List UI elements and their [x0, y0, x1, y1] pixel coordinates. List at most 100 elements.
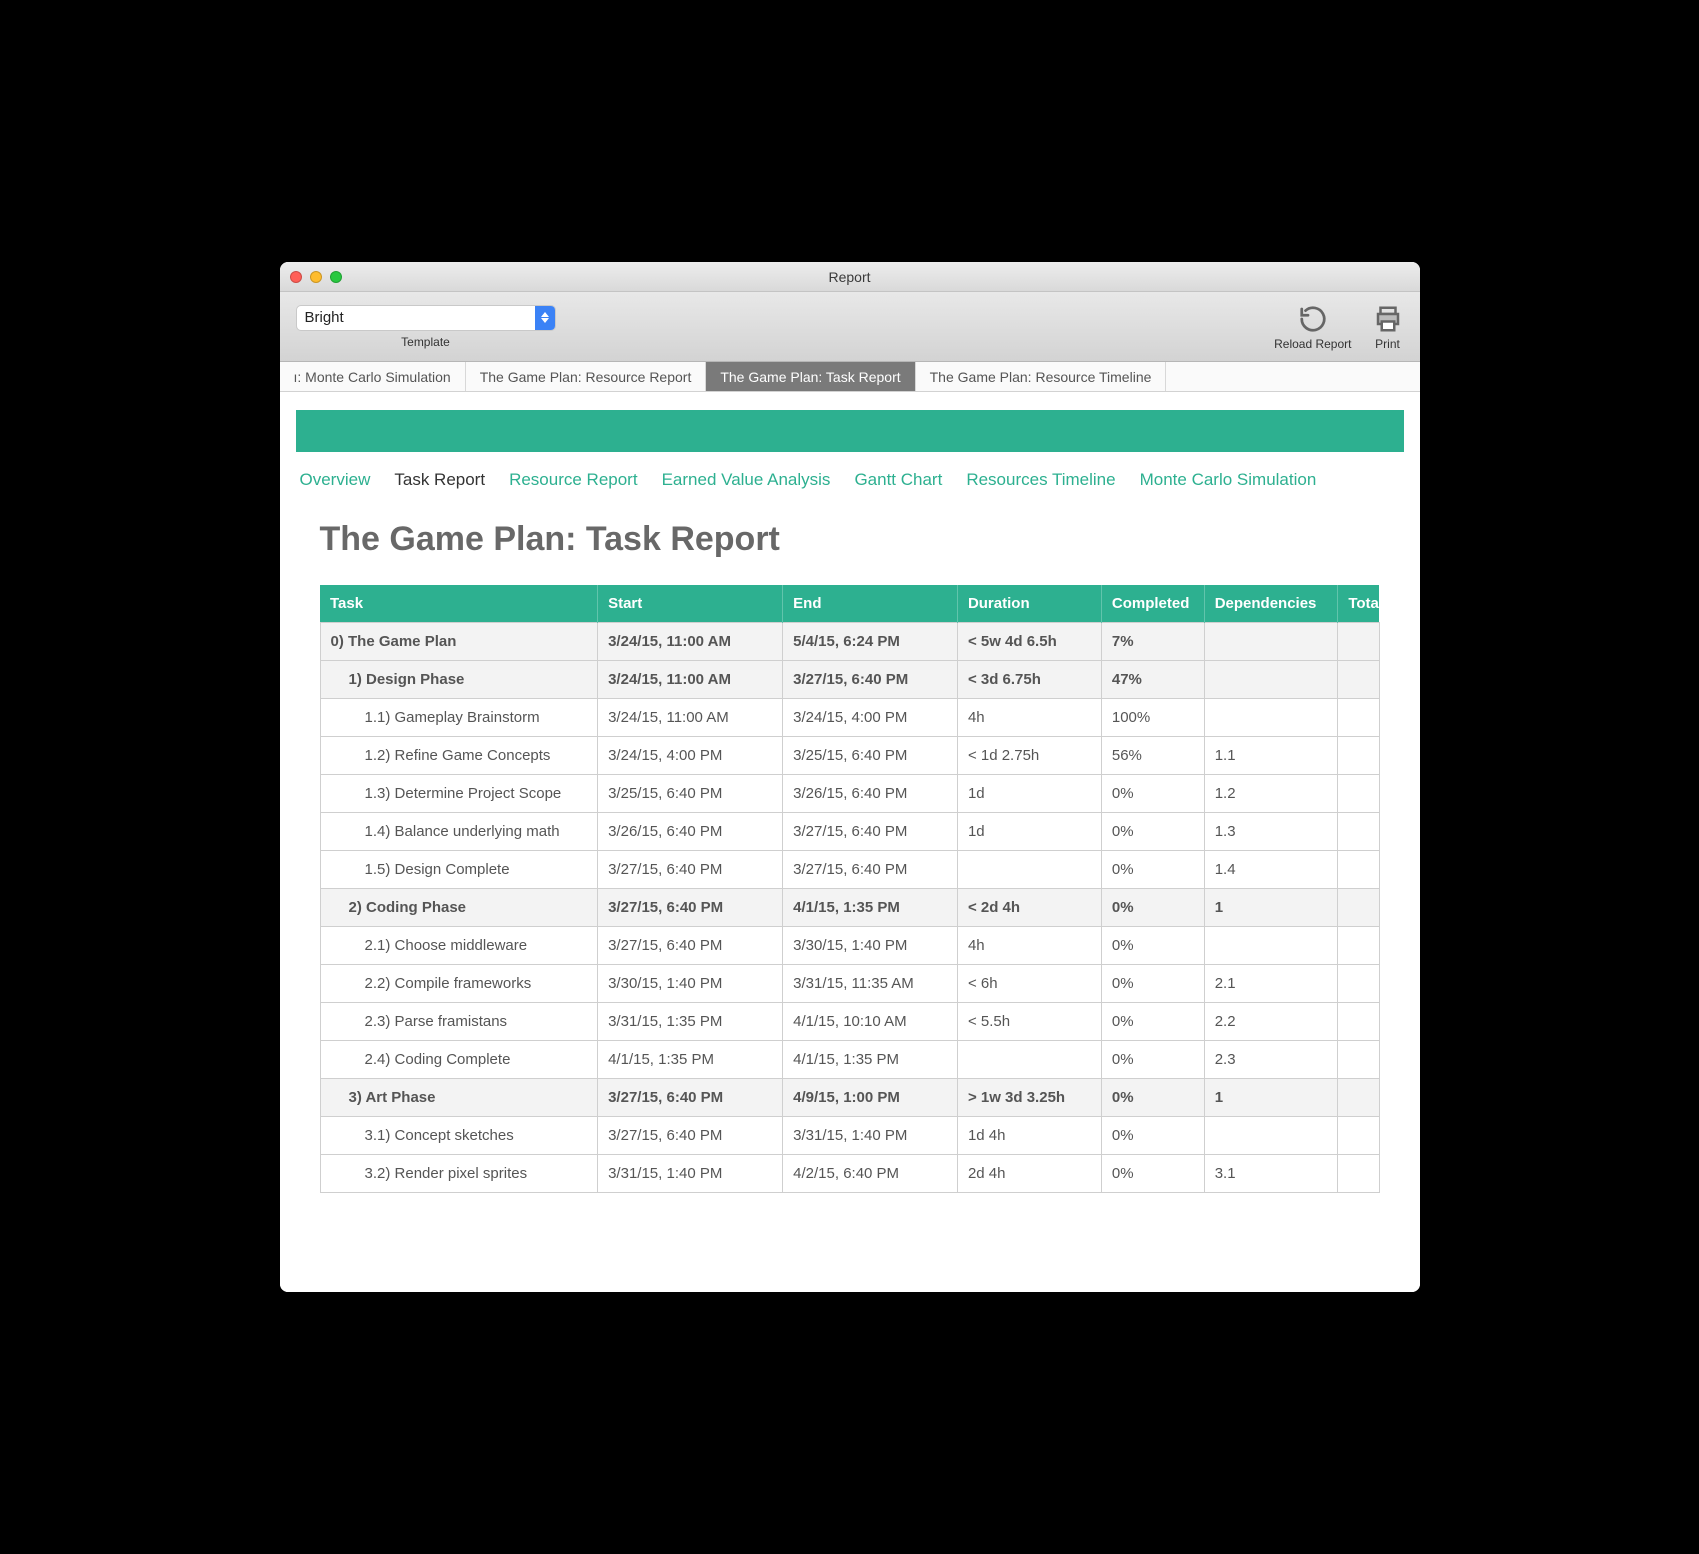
table-body: 0) The Game Plan3/24/15, 11:00 AM5/4/15,… — [320, 623, 1379, 1193]
table-cell: 3/27/15, 6:40 PM — [783, 661, 958, 699]
table-cell: 2.2 — [1204, 1003, 1338, 1041]
table-cell: < 6h — [957, 965, 1101, 1003]
table-cell: 3.1 — [1204, 1155, 1338, 1193]
table-row: 1.3) Determine Project Scope3/25/15, 6:4… — [320, 775, 1379, 813]
table-cell: 1d — [957, 813, 1101, 851]
table-cell: 3) Art Phase — [320, 1079, 598, 1117]
table-cell: 3/30/15, 1:40 PM — [783, 927, 958, 965]
report-nav-link[interactable]: Earned Value Analysis — [662, 470, 831, 490]
table-cell — [1204, 623, 1338, 661]
table-cell: 3/31/15, 1:40 PM — [598, 1155, 783, 1193]
report-nav-link[interactable]: Resources Timeline — [966, 470, 1115, 490]
table-cell: 100% — [1101, 699, 1204, 737]
tab-0[interactable]: ı: Monte Carlo Simulation — [280, 362, 466, 391]
column-header: Task — [320, 585, 598, 623]
table-cell: 2.2) Compile frameworks — [320, 965, 598, 1003]
table-cell — [1338, 623, 1379, 661]
table-cell: 3/27/15, 6:40 PM — [598, 1079, 783, 1117]
template-select-value: Bright — [305, 309, 344, 326]
table-cell: < 3d 6.75h — [957, 661, 1101, 699]
table-cell: 3/30/15, 1:40 PM — [598, 965, 783, 1003]
table-cell: 4/1/15, 1:35 PM — [598, 1041, 783, 1079]
table-cell: 0% — [1101, 813, 1204, 851]
table-cell — [1338, 775, 1379, 813]
report-header-bar — [296, 410, 1404, 452]
table-cell: 1) Design Phase — [320, 661, 598, 699]
table-cell: 2) Coding Phase — [320, 889, 598, 927]
tab-2[interactable]: The Game Plan: Task Report — [706, 362, 915, 391]
table-cell: 1 — [1204, 1079, 1338, 1117]
reload-report-button[interactable]: Reload Report — [1274, 303, 1351, 351]
table-cell: 3.1) Concept sketches — [320, 1117, 598, 1155]
table-cell: 3/31/15, 1:40 PM — [783, 1117, 958, 1155]
table-cell: 0% — [1101, 1155, 1204, 1193]
column-header: Dependencies — [1204, 585, 1338, 623]
table-row: 2.1) Choose middleware3/27/15, 6:40 PM3/… — [320, 927, 1379, 965]
table-cell: < 2d 4h — [957, 889, 1101, 927]
right-tools: Reload Report Print — [1274, 303, 1403, 351]
print-icon — [1372, 303, 1404, 335]
table-cell: 3/27/15, 6:40 PM — [598, 889, 783, 927]
table-cell: 2d 4h — [957, 1155, 1101, 1193]
table-cell: 1.1 — [1204, 737, 1338, 775]
table-cell: 1d 4h — [957, 1117, 1101, 1155]
table-row: 0) The Game Plan3/24/15, 11:00 AM5/4/15,… — [320, 623, 1379, 661]
table-cell — [1204, 699, 1338, 737]
titlebar: Report — [280, 262, 1420, 292]
report-nav-link[interactable]: Task Report — [394, 470, 485, 490]
report-nav-link[interactable]: Overview — [300, 470, 371, 490]
reload-label: Reload Report — [1274, 337, 1351, 351]
table-cell: 4/1/15, 1:35 PM — [783, 889, 958, 927]
table-cell: 3/31/15, 11:35 AM — [783, 965, 958, 1003]
table-cell: 1d — [957, 775, 1101, 813]
table-cell: 2.4) Coding Complete — [320, 1041, 598, 1079]
print-label: Print — [1375, 337, 1400, 351]
report-nav-link[interactable]: Resource Report — [509, 470, 638, 490]
table-cell: 3.2) Render pixel sprites — [320, 1155, 598, 1193]
table-cell: 2.3 — [1204, 1041, 1338, 1079]
table-cell: 3/24/15, 4:00 PM — [783, 699, 958, 737]
table-cell: 3/25/15, 6:40 PM — [783, 737, 958, 775]
template-select[interactable]: Bright — [296, 305, 556, 331]
table-cell: 3/27/15, 6:40 PM — [783, 851, 958, 889]
table-cell: 3/24/15, 11:00 AM — [598, 623, 783, 661]
table-row: 3) Art Phase3/27/15, 6:40 PM4/9/15, 1:00… — [320, 1079, 1379, 1117]
table-cell — [1338, 965, 1379, 1003]
table-cell: < 5w 4d 6.5h — [957, 623, 1101, 661]
table-row: 2) Coding Phase3/27/15, 6:40 PM4/1/15, 1… — [320, 889, 1379, 927]
table-cell: 3/27/15, 6:40 PM — [598, 1117, 783, 1155]
table-cell: 3/24/15, 11:00 AM — [598, 699, 783, 737]
table-cell — [1338, 851, 1379, 889]
table-cell — [1338, 699, 1379, 737]
table-cell: 56% — [1101, 737, 1204, 775]
page-title: The Game Plan: Task Report — [320, 520, 1380, 559]
report-nav-link[interactable]: Gantt Chart — [854, 470, 942, 490]
table-cell — [1338, 661, 1379, 699]
table-row: 1) Design Phase3/24/15, 11:00 AM3/27/15,… — [320, 661, 1379, 699]
column-header: Tota — [1338, 585, 1379, 623]
print-button[interactable]: Print — [1372, 303, 1404, 351]
table-cell: 0% — [1101, 775, 1204, 813]
table-cell: 3/24/15, 4:00 PM — [598, 737, 783, 775]
table-cell: 1 — [1204, 889, 1338, 927]
table-cell: 1.4 — [1204, 851, 1338, 889]
window-title: Report — [280, 269, 1420, 285]
table-row: 2.4) Coding Complete4/1/15, 1:35 PM4/1/1… — [320, 1041, 1379, 1079]
table-cell — [1338, 813, 1379, 851]
tabbar: ı: Monte Carlo SimulationThe Game Plan: … — [280, 362, 1420, 392]
report-nav-link[interactable]: Monte Carlo Simulation — [1140, 470, 1317, 490]
table-cell: 0% — [1101, 889, 1204, 927]
table-cell — [1338, 1117, 1379, 1155]
table-row: 3.2) Render pixel sprites3/31/15, 1:40 P… — [320, 1155, 1379, 1193]
table-cell: 4h — [957, 699, 1101, 737]
table-cell: 3/27/15, 6:40 PM — [598, 927, 783, 965]
table-cell: 1.2) Refine Game Concepts — [320, 737, 598, 775]
table-cell: 2.1) Choose middleware — [320, 927, 598, 965]
table-cell: 3/27/15, 6:40 PM — [598, 851, 783, 889]
toolbar: Bright Template Reload Report — [280, 292, 1420, 362]
column-header: Duration — [957, 585, 1101, 623]
table-cell: 1.5) Design Complete — [320, 851, 598, 889]
table-cell: 0% — [1101, 1079, 1204, 1117]
tab-1[interactable]: The Game Plan: Resource Report — [466, 362, 707, 391]
tab-3[interactable]: The Game Plan: Resource Timeline — [916, 362, 1167, 391]
